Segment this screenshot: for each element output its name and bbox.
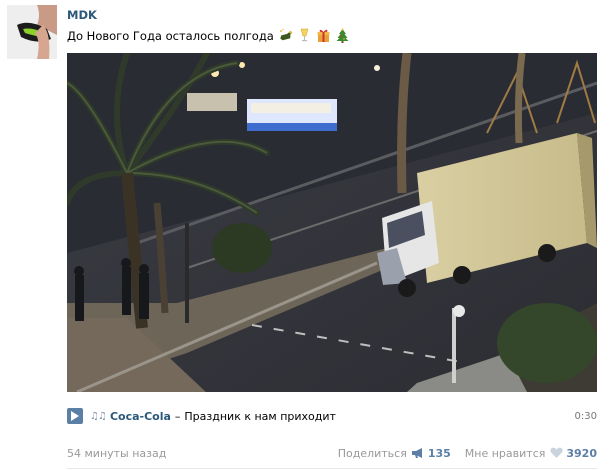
share-label: Поделиться <box>337 446 407 460</box>
christmas-tree-icon <box>336 28 349 43</box>
play-icon <box>71 411 79 421</box>
like-count: 3920 <box>566 446 597 460</box>
share-count: 135 <box>427 446 451 460</box>
heart-icon <box>550 447 563 458</box>
post-divider <box>67 468 597 469</box>
avatar[interactable] <box>7 5 57 59</box>
audio-attachment: ♫♫ Coca-Cola – Праздник к нам приходит 0… <box>67 407 597 425</box>
post-timestamp[interactable]: 54 минуты назад <box>67 447 166 460</box>
like-label: Мне нравится <box>464 446 546 460</box>
post-text-row: До Нового Года осталось полгода <box>67 28 350 43</box>
champagne-glass-icon <box>300 28 309 42</box>
post-footer: 54 минуты назад Поделиться 135 Мне нрави… <box>67 444 597 462</box>
post-text: До Нового Года осталось полгода <box>67 28 274 43</box>
share-button[interactable]: Поделиться 135 <box>338 447 451 460</box>
megaphone-icon <box>411 448 422 458</box>
like-button[interactable]: Мне нравится 3920 <box>465 447 597 460</box>
music-notes-icon: ♫♫ <box>90 410 107 422</box>
gift-icon <box>317 29 330 42</box>
audio-duration: 0:30 <box>574 410 597 422</box>
champagne-bottle-icon <box>279 28 293 41</box>
post-author-link[interactable]: MDK <box>67 8 97 22</box>
audio-artist-link[interactable]: Coca-Cola <box>110 410 171 423</box>
play-button[interactable] <box>67 408 83 424</box>
audio-dash: – <box>174 409 181 423</box>
post-photo[interactable] <box>67 53 597 392</box>
audio-title-link[interactable]: Праздник к нам приходит <box>184 410 336 423</box>
